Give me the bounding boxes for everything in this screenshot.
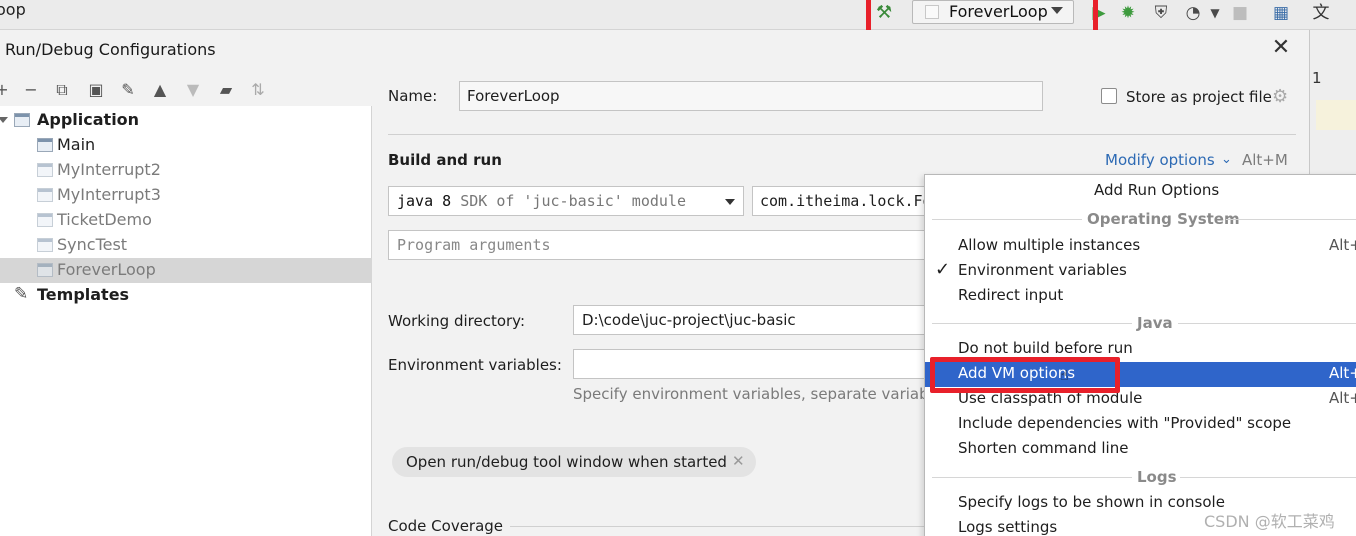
application-icon bbox=[37, 263, 53, 277]
new-folder-icon[interactable]: ▰ bbox=[216, 80, 236, 100]
chevron-down-icon[interactable]: ⌄ bbox=[1221, 152, 1232, 167]
tree-label: ForeverLoop bbox=[57, 260, 156, 279]
profiler-dropdown-icon[interactable]: ▼ bbox=[1204, 2, 1226, 24]
save-icon[interactable]: ▣ bbox=[86, 80, 106, 100]
group-header-os: Operating System bbox=[1087, 210, 1240, 228]
group-header-java: Java bbox=[1137, 314, 1173, 332]
tree-item-myinterrupt3[interactable]: MyInterrupt3 bbox=[0, 183, 372, 208]
background-editor-highlight bbox=[1316, 100, 1356, 130]
coverage-shield-icon[interactable]: ⛨ bbox=[1150, 2, 1172, 24]
wrench-icon: ✎ bbox=[14, 284, 29, 304]
divider bbox=[1180, 477, 1356, 478]
environment-variables-hint: Specify environment variables, separate … bbox=[573, 385, 925, 403]
tree-label: Application bbox=[37, 110, 140, 129]
copy-icon[interactable]: ⧉ bbox=[52, 80, 72, 100]
wrench-icon[interactable]: ✎ bbox=[118, 80, 138, 100]
menu-item-allow-multiple[interactable]: Allow multiple instances Alt+ bbox=[925, 234, 1356, 259]
jdk-select-value: java 8 SDK of 'juc-basic' module bbox=[397, 192, 686, 210]
name-label: Name: bbox=[388, 87, 438, 105]
menu-item-redirect-input[interactable]: Redirect input bbox=[925, 284, 1356, 309]
environment-variables-field[interactable] bbox=[573, 349, 933, 379]
jdk-select-hint: SDK of 'juc-basic' module bbox=[460, 192, 686, 210]
application-icon bbox=[37, 238, 53, 252]
background-editor-text: 1 bbox=[1312, 69, 1322, 87]
remove-icon[interactable]: − bbox=[21, 80, 41, 100]
working-directory-field[interactable]: D:\code\juc-project\juc-basic bbox=[573, 305, 933, 335]
tree-item-synctest[interactable]: SyncTest bbox=[0, 233, 372, 258]
tree-item-myinterrupt2[interactable]: MyInterrupt2 bbox=[0, 158, 372, 183]
checkmark-icon: ✓ bbox=[935, 259, 951, 280]
close-button[interactable]: ✕ bbox=[1270, 37, 1292, 59]
tree-label: SyncTest bbox=[57, 235, 128, 254]
gear-icon[interactable]: ⚙ bbox=[1272, 86, 1288, 107]
config-tree: Application Main MyInterrupt2 MyInterrup… bbox=[0, 106, 372, 536]
application-icon bbox=[37, 138, 53, 152]
tree-node-application[interactable]: Application bbox=[0, 108, 372, 133]
open-tool-window-chip[interactable]: Open run/debug tool window when started … bbox=[392, 447, 756, 477]
section-title-build-run: Build and run bbox=[388, 151, 502, 169]
debug-bug-icon[interactable]: ✹ bbox=[1117, 2, 1139, 24]
jdk-select[interactable]: java 8 SDK of 'juc-basic' module bbox=[388, 186, 744, 216]
dialog-title: Run/Debug Configurations bbox=[5, 40, 216, 59]
application-icon bbox=[37, 188, 53, 202]
tree-label: TicketDemo bbox=[57, 210, 152, 229]
store-project-label: Store as project file bbox=[1126, 88, 1272, 106]
stop-icon[interactable]: ■ bbox=[1229, 2, 1251, 24]
hand-cursor-icon: ☝ bbox=[1060, 368, 1069, 384]
sort-icon[interactable]: ⇅ bbox=[248, 80, 268, 100]
ide-window-title: oop bbox=[0, 0, 26, 19]
menu-item-environment-variables[interactable]: ✓ Environment variables bbox=[925, 259, 1356, 284]
environment-variables-label: Environment variables: bbox=[388, 356, 562, 374]
tree-item-main[interactable]: Main bbox=[0, 133, 372, 158]
menu-item-include-provided[interactable]: Include dependencies with "Provided" sco… bbox=[925, 412, 1356, 437]
working-directory-label: Working directory: bbox=[388, 312, 526, 330]
close-icon[interactable]: ✕ bbox=[732, 452, 745, 470]
chip-label: Open run/debug tool window when started bbox=[406, 453, 727, 471]
annotation-highlight-box bbox=[930, 357, 1120, 393]
tree-item-ticketdemo[interactable]: TicketDemo bbox=[0, 208, 372, 233]
expand-caret-icon[interactable] bbox=[0, 117, 8, 123]
move-up-icon[interactable]: ▲ bbox=[150, 80, 170, 100]
store-project-checkbox[interactable] bbox=[1101, 88, 1117, 104]
divider bbox=[1226, 219, 1356, 220]
modify-options-shortcut: Alt+M bbox=[1242, 151, 1288, 169]
tree-label: Templates bbox=[37, 285, 130, 304]
group-header-logs: Logs bbox=[1137, 468, 1177, 486]
application-icon bbox=[14, 113, 30, 127]
tree-label: MyInterrupt3 bbox=[57, 185, 161, 204]
tree-label: Main bbox=[57, 135, 96, 154]
divider bbox=[932, 323, 1132, 324]
code-coverage-label: Code Coverage bbox=[388, 517, 504, 535]
divider bbox=[510, 526, 930, 527]
tree-label: MyInterrupt2 bbox=[57, 160, 161, 179]
profiler-icon[interactable]: ◔ bbox=[1182, 2, 1204, 24]
chevron-down-icon bbox=[725, 199, 735, 205]
application-icon bbox=[37, 163, 53, 177]
modify-options-link[interactable]: Modify options bbox=[1105, 151, 1215, 169]
tree-item-foreverloop[interactable]: ForeverLoop bbox=[0, 258, 372, 283]
popup-title: Add Run Options bbox=[1094, 181, 1220, 199]
program-arguments-input[interactable]: Program arguments bbox=[388, 230, 932, 260]
translate-icon[interactable]: 文 bbox=[1310, 2, 1332, 24]
name-field[interactable]: ForeverLoop bbox=[459, 81, 1043, 111]
divider bbox=[388, 134, 1296, 135]
divider bbox=[1178, 323, 1356, 324]
watermark: CSDN @软工菜鸡 bbox=[1204, 512, 1335, 531]
project-structure-icon[interactable]: ▦ bbox=[1270, 2, 1292, 24]
divider bbox=[932, 219, 1082, 220]
menu-item-shorten-command-line[interactable]: Shorten command line bbox=[925, 437, 1356, 462]
move-down-icon[interactable]: ▼ bbox=[183, 80, 203, 100]
divider bbox=[932, 477, 1132, 478]
main-class-field[interactable]: com.itheima.lock.Fo bbox=[752, 186, 932, 216]
add-icon[interactable]: + bbox=[0, 80, 12, 100]
application-icon bbox=[37, 213, 53, 227]
tree-node-templates[interactable]: ✎ Templates bbox=[0, 283, 372, 308]
